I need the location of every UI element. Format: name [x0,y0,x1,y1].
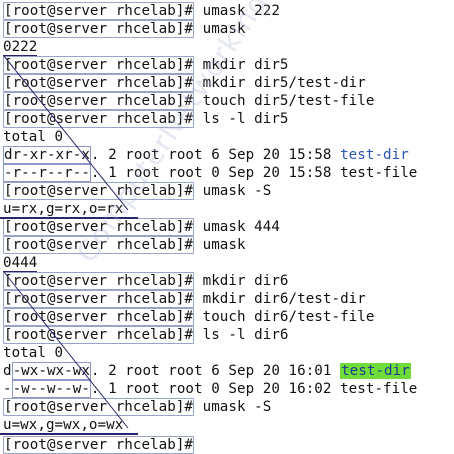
terminal-line: u=rx,g=rx,o=rx [3,200,124,219]
umask-output: 0222 [3,39,38,57]
shell-prompt: [root@server rhcelab]# [3,326,195,344]
terminal-line: [root@server rhcelab]# mkdir dir5/test-d… [3,74,366,92]
terminal-line: [root@server rhcelab]# umask [3,20,246,38]
file-type-char: d [3,363,12,379]
ls-row-directory: d-wx-wx-wx. 2 root root 6 Sep 20 16:01 t… [3,362,411,380]
terminal-line: total 0 [3,344,63,362]
ls-total: total 0 [3,129,64,145]
terminal-line: [root@server rhcelab]# umask -S [3,182,271,200]
terminal-line: [root@server rhcelab]# umask 444 [3,218,280,236]
file-name: test-file [340,165,418,181]
shell-prompt: [root@server rhcelab]# [3,74,195,92]
permission-string: -wx-wx-wx [11,362,91,380]
shell-prompt: [root@server rhcelab]# [3,308,195,326]
terminal-line: [root@server rhcelab]# mkdir dir5 [3,56,289,74]
umask-symbolic-output: u=rx,g=rx,o=rx [3,201,124,219]
command-text: mkdir dir6/test-dir [194,291,366,307]
ls-total: total 0 [3,345,64,361]
command-text: touch dir5/test-file [194,93,375,109]
directory-name: test-dir [340,147,409,163]
terminal-line: [root@server rhcelab]# ls -l dir6 [3,326,289,344]
directory-name-highlighted: test-dir [340,363,411,379]
shell-prompt: [root@server rhcelab]# [3,290,195,308]
umask-output: 0444 [3,255,38,273]
terminal-line: [root@server rhcelab]# umask [3,236,246,254]
ls-details: . 1 root root 0 Sep 20 16:02 [90,381,341,397]
terminal-line: [root@server rhcelab]# ls -l dir5 [3,110,289,128]
terminal-line: [root@server rhcelab]# umask 222 [3,2,280,20]
permission-string: -r--r--r-- [3,164,91,182]
ls-details: . 2 root root 6 Sep 20 15:58 [90,147,341,163]
command-text: mkdir dir5/test-dir [194,75,366,91]
shell-prompt: [root@server rhcelab]# [3,2,195,20]
shell-prompt: [root@server rhcelab]# [3,56,195,74]
command-text: mkdir dir6 [194,273,289,289]
shell-prompt: [root@server rhcelab]# [3,182,195,200]
terminal-line: 0222 [3,38,38,57]
shell-prompt: [root@server rhcelab]# [3,236,195,254]
shell-prompt: [root@server rhcelab]# [3,398,195,416]
terminal-line: [root@server rhcelab]# touch dir5/test-f… [3,92,374,110]
terminal-window[interactable]: [root@server rhcelab]# umask 222 [root@s… [0,0,454,454]
command-text: umask [194,237,246,253]
command-text: umask 444 [194,219,280,235]
file-name: test-file [340,381,418,397]
terminal-line: [root@server rhcelab]# mkdir dir6/test-d… [3,290,366,308]
file-type-char: - [3,381,12,397]
ls-row-directory: dr-xr-xr-x. 2 root root 6 Sep 20 15:58 t… [3,146,409,164]
shell-prompt: [root@server rhcelab]# [3,272,195,290]
shell-prompt: [root@server rhcelab]# [3,20,195,38]
permission-string: dr-xr-xr-x [3,146,91,164]
terminal-line: 0444 [3,254,38,273]
command-text: ls -l dir6 [194,327,289,343]
terminal-line: [root@server rhcelab]# [3,434,202,454]
shell-prompt: [root@server rhcelab]# [3,110,195,128]
shell-prompt: [root@server rhcelab]# [3,92,195,110]
terminal-line: [root@server rhcelab]# touch dir6/test-f… [3,308,374,326]
terminal-line: u=wx,g=wx,o=wx [3,416,124,435]
shell-prompt: [root@server rhcelab]# [3,218,195,236]
ls-details: . 2 root root 6 Sep 20 16:01 [90,363,341,379]
ls-row-file: --w--w--w-. 1 root root 0 Sep 20 16:02 t… [3,380,417,398]
terminal-line: [root@server rhcelab]# umask -S [3,398,271,416]
command-text: touch dir6/test-file [194,309,375,325]
terminal-line: [root@server rhcelab]# mkdir dir6 [3,272,289,290]
command-text: mkdir dir5 [194,57,289,73]
permission-string: -w--w--w- [11,380,91,398]
shell-prompt: [root@server rhcelab]# [3,436,195,454]
command-text: umask [194,21,246,37]
command-text: ls -l dir5 [194,111,289,127]
command-text: umask 222 [194,3,280,19]
command-text: umask -S [194,399,272,415]
umask-symbolic-output: u=wx,g=wx,o=wx [3,417,124,435]
ls-row-file: -r--r--r--. 1 root root 0 Sep 20 15:58 t… [3,164,417,182]
command-text: umask -S [194,183,272,199]
ls-details: . 1 root root 0 Sep 20 15:58 [90,165,341,181]
terminal-cursor [194,434,202,449]
terminal-line: total 0 [3,128,63,146]
